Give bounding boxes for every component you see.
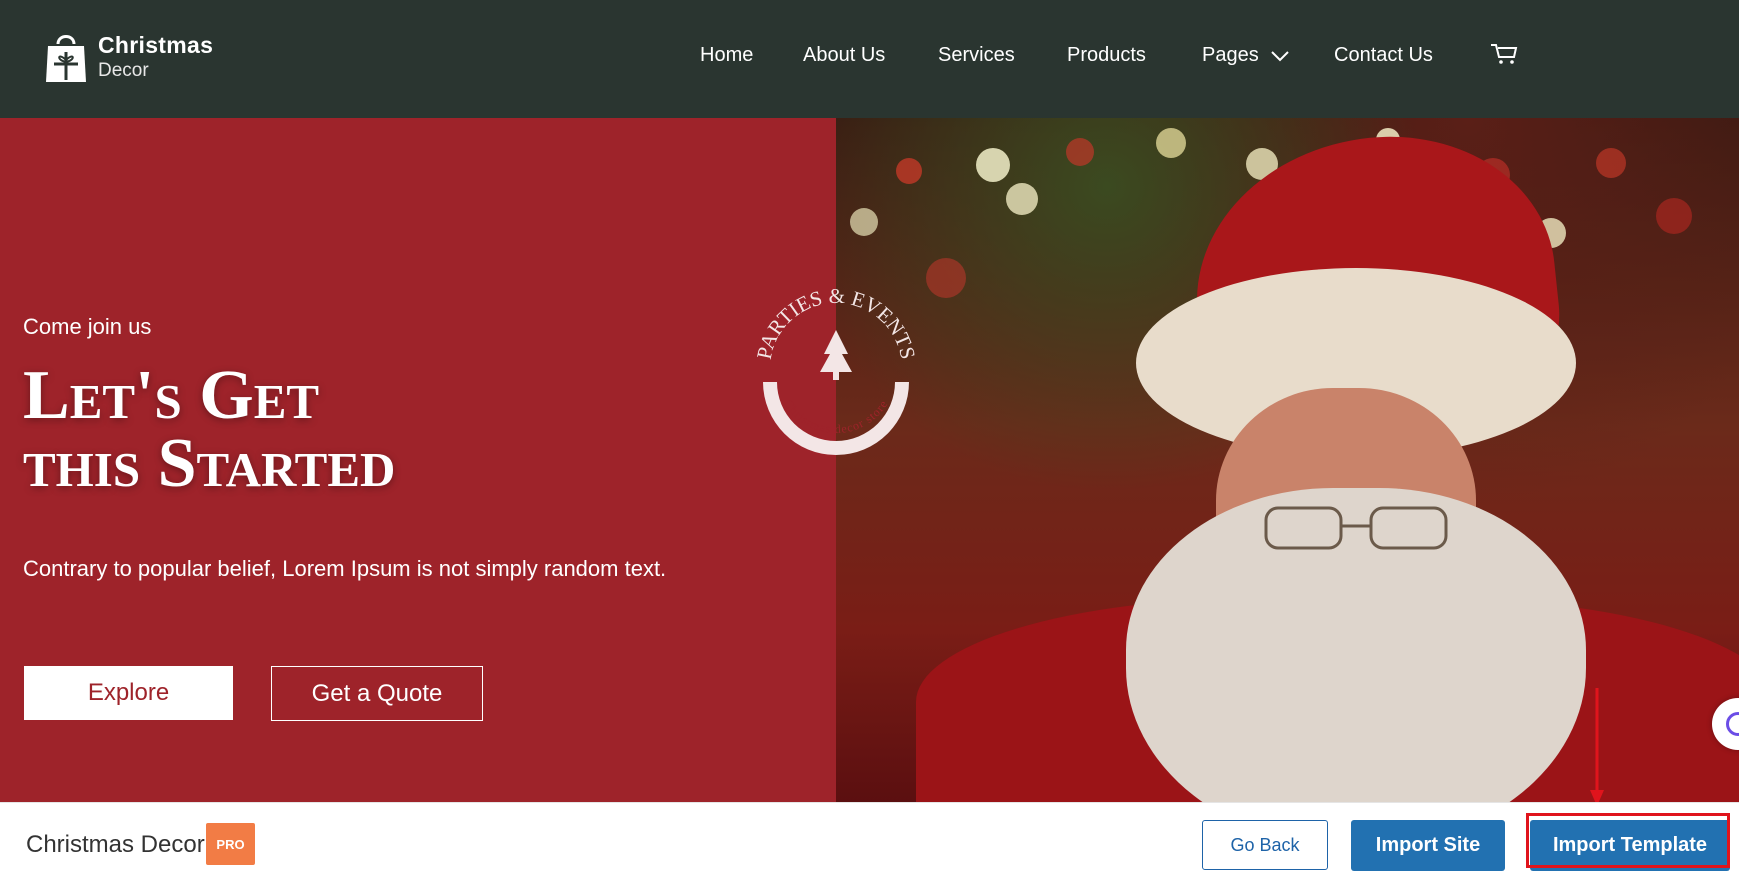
nav-products[interactable]: Products — [1067, 44, 1146, 67]
go-back-button[interactable]: Go Back — [1202, 820, 1328, 870]
parties-events-badge: PARTIES & EVENTS Christmas decor store — [752, 284, 920, 455]
chevron-down-icon[interactable] — [1270, 50, 1290, 62]
import-site-button[interactable]: Import Site — [1351, 820, 1505, 871]
nav-pages[interactable]: Pages — [1202, 44, 1259, 67]
hero-headline-line2: this Started — [23, 425, 396, 502]
nav-home[interactable]: Home — [700, 44, 753, 67]
template-name: Christmas Decor — [26, 831, 205, 858]
explore-button[interactable]: Explore — [24, 666, 233, 720]
site-logo[interactable]: Christmas Decor — [44, 30, 213, 84]
nav-services[interactable]: Services — [938, 44, 1015, 67]
gift-bag-icon — [46, 35, 86, 82]
logo-title: Christmas — [98, 32, 214, 58]
nav-contact-us[interactable]: Contact Us — [1334, 44, 1433, 67]
tree-icon — [820, 330, 852, 380]
hero-headline-line1: Let's Get — [23, 357, 320, 434]
hero-kicker: Come join us — [23, 314, 152, 339]
import-bar: Christmas Decor PRO Go Back Import Site … — [0, 802, 1739, 878]
logo-subtitle: Decor — [98, 60, 149, 81]
import-template-highlight — [1526, 813, 1730, 868]
arrow-down-icon — [1590, 688, 1604, 806]
site-header: Christmas Decor Home About Us Services P… — [0, 0, 1739, 118]
hero-description: Contrary to popular belief, Lorem Ipsum … — [23, 556, 667, 581]
nav-about-us[interactable]: About Us — [803, 44, 885, 67]
cart-icon[interactable] — [1490, 42, 1518, 66]
get-a-quote-button[interactable]: Get a Quote — [271, 666, 483, 721]
pro-badge: PRO — [206, 823, 255, 865]
hero-headline: Let's Get this Started — [23, 357, 396, 502]
chat-widget-icon — [1726, 712, 1739, 736]
